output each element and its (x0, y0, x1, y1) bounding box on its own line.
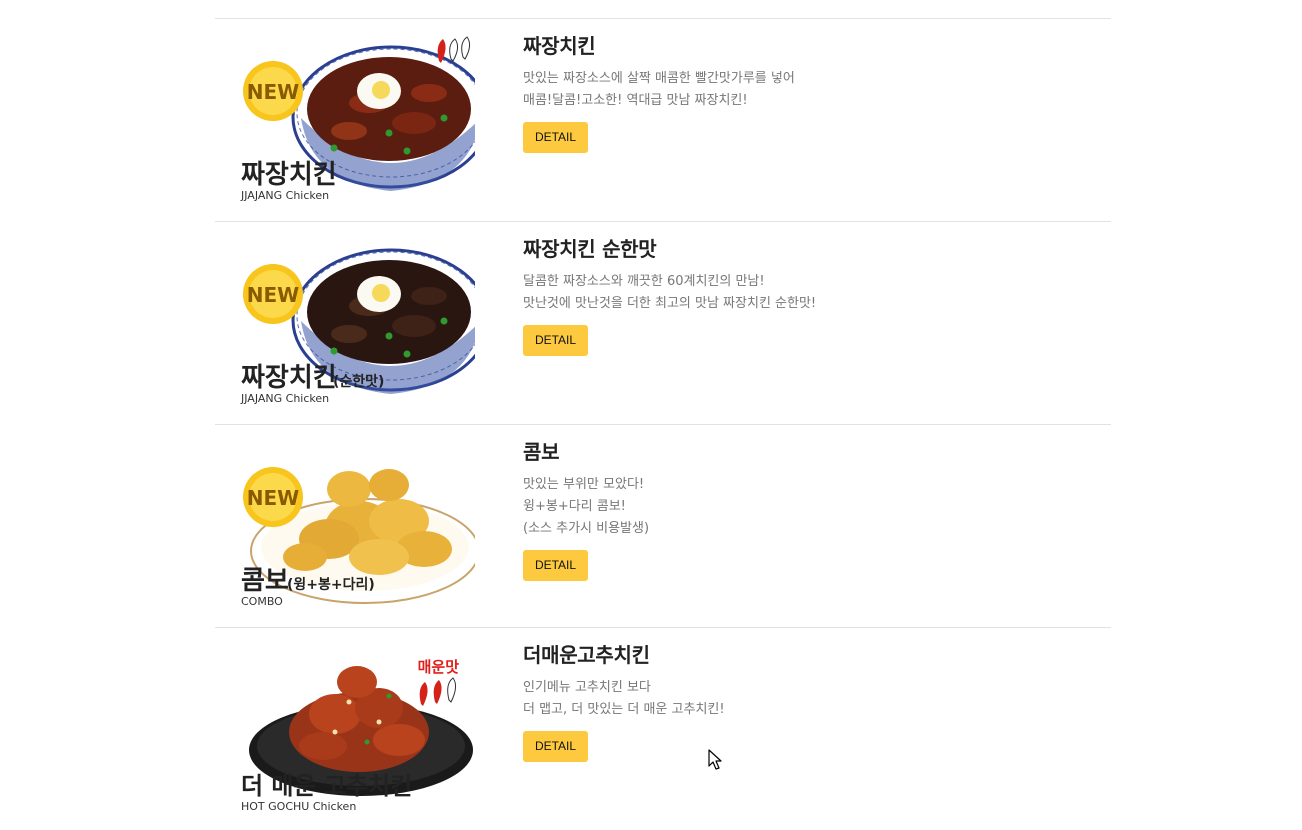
menu-item: NEW 짜장치킨 JJAJANG Chicken 짜장치킨 맛있는 짜장소스에 … (215, 18, 1111, 221)
new-badge: NEW (243, 61, 303, 121)
menu-item-desc: 맛있는 짜장소스에 살짝 매콤한 빨간맛가루를 넣어 매콤!달콤!고소한! 역대… (523, 71, 795, 108)
svg-text:NEW: NEW (247, 486, 299, 510)
arrow-cursor-icon (708, 749, 724, 771)
menu-item-desc: 맛있는 부위만 모았다! 윙+봉+다리 콤보! (소스 추가시 비용발생) (523, 477, 650, 536)
svg-text:HOT GOCHU Chicken: HOT GOCHU Chicken (241, 800, 356, 813)
menu-item-title: 짜장치킨 (523, 34, 596, 58)
menu-item-image[interactable]: 매운맛 더 매운 고추치킨 HOT GOCHU Chicken (239, 642, 475, 814)
chili-pepper-icon (419, 677, 457, 706)
svg-text:COMBO: COMBO (241, 595, 283, 608)
detail-button[interactable]: DETAIL (523, 550, 588, 581)
svg-text:콤보: 콤보 (241, 566, 289, 596)
svg-text:짜장치킨: 짜장치킨 (241, 363, 337, 393)
menu-item-image[interactable]: NEW 짜장치킨 (순한맛) JJAJANG Chicken (239, 236, 475, 408)
svg-text:JJAJANG Chicken: JJAJANG Chicken (240, 189, 329, 202)
menu-item-info: 짜장치킨 순한맛 달콤한 짜장소스와 깨끗한 60계치킨의 만남! 맛난것에 맛… (523, 236, 1083, 356)
svg-text:(순한맛): (순한맛) (333, 373, 384, 390)
detail-button[interactable]: DETAIL (523, 325, 588, 356)
menu-item-title: 짜장치킨 순한맛 (523, 237, 657, 261)
svg-text:매운맛: 매운맛 (418, 658, 460, 676)
menu-item-title: 콤보 (523, 440, 560, 464)
menu-item: NEW 콤보 (윙+봉+다리) COMBO 콤보 맛있는 부위만 모았다! 윙+… (215, 424, 1111, 627)
menu-item-info: 짜장치킨 맛있는 짜장소스에 살짝 매콤한 빨간맛가루를 넣어 매콤!달콤!고소… (523, 33, 1083, 153)
menu-item-info: 더매운고추치킨 인기메뉴 고추치킨 보다 더 맵고, 더 맛있는 더 매운 고추… (523, 642, 1083, 762)
svg-text:(윙+봉+다리): (윙+봉+다리) (287, 577, 375, 593)
menu-item-desc: 달콤한 짜장소스와 깨끗한 60계치킨의 만남! 맛난것에 맛난것을 더한 최고… (523, 274, 817, 311)
svg-text:NEW: NEW (247, 283, 299, 307)
menu-item: NEW 짜장치킨 (순한맛) JJAJANG Chicken 짜장치킨 순한맛 … (215, 221, 1111, 424)
menu-item-desc: 인기메뉴 고추치킨 보다 더 맵고, 더 맛있는 더 매운 고추치킨! (523, 680, 725, 717)
svg-text:JJAJANG Chicken: JJAJANG Chicken (240, 392, 329, 405)
new-badge: NEW (243, 467, 303, 527)
svg-text:짜장치킨: 짜장치킨 (241, 160, 337, 190)
menu-item-title: 더매운고추치킨 (523, 643, 650, 667)
chili-pepper-icon (437, 36, 471, 63)
menu-item-image[interactable]: NEW 짜장치킨 JJAJANG Chicken (239, 33, 475, 205)
menu-item-image[interactable]: NEW 콤보 (윙+봉+다리) COMBO (239, 439, 475, 611)
new-badge: NEW (243, 264, 303, 324)
detail-button[interactable]: DETAIL (523, 731, 588, 762)
menu-item-info: 콤보 맛있는 부위만 모았다! 윙+봉+다리 콤보! (소스 추가시 비용발생)… (523, 439, 1083, 581)
menu-item: 매운맛 더 매운 고추치킨 HOT GOCHU Chicken 더매운고추치킨 … (215, 627, 1111, 830)
menu-list: NEW 짜장치킨 JJAJANG Chicken 짜장치킨 맛있는 짜장소스에 … (215, 18, 1111, 830)
detail-button[interactable]: DETAIL (523, 122, 588, 153)
svg-text:NEW: NEW (247, 80, 299, 104)
svg-text:더 매운 고추치킨: 더 매운 고추치킨 (241, 772, 412, 800)
